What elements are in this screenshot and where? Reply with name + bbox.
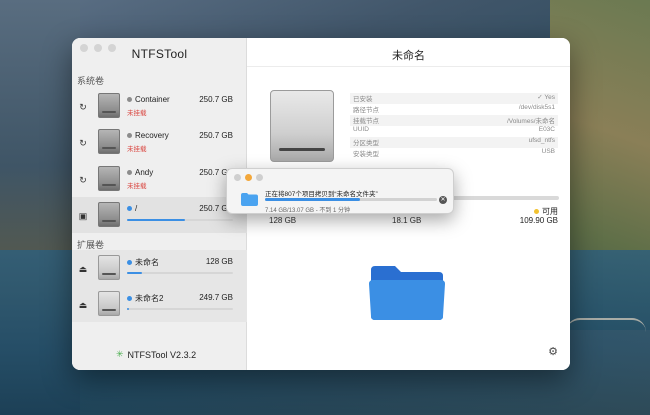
volume-name: / <box>135 204 138 213</box>
refresh-icon[interactable]: ↻ <box>78 138 88 149</box>
volume-title: 未命名 <box>392 50 425 62</box>
volume-name: 未命名 <box>135 258 159 267</box>
copy-progress-fill <box>265 198 360 201</box>
title-divider <box>247 66 570 67</box>
volume-row-andy[interactable]: ↻ Andy 250.7 GB 未挂载 <box>72 161 247 197</box>
usage-bar <box>127 219 233 221</box>
usage-fill <box>127 219 186 221</box>
info-label: UUID <box>353 126 369 133</box>
disk-icon <box>98 202 120 227</box>
volume-status: 未挂载 <box>127 110 147 117</box>
refresh-icon[interactable]: ↻ <box>78 102 88 113</box>
copy-progress-bar <box>265 198 437 201</box>
status-dot <box>127 296 132 301</box>
capacity-total: 128 GB <box>269 216 297 225</box>
info-value: USB <box>541 148 555 155</box>
disk-icon <box>98 255 120 280</box>
volume-row-recovery[interactable]: ↻ Recovery 250.7 GB 未挂载 <box>72 124 247 160</box>
volume-size: 249.7 GB <box>199 293 233 302</box>
info-label: 安装类型 <box>353 151 379 158</box>
wallpaper-bridge <box>566 318 646 332</box>
volume-name: Container <box>135 95 170 104</box>
status-dot <box>127 170 132 175</box>
volume-size: 250.7 GB <box>199 95 233 104</box>
info-value: ufsd_ntfs <box>528 137 555 144</box>
volume-status: 未挂载 <box>127 146 147 153</box>
copy-progress-detail: 7.14 GB/13.07 GB - 不到 1 分钟 <box>265 208 351 214</box>
info-row: 分区类型 ufsd_ntfs <box>350 137 558 148</box>
open-in-finder-icon[interactable]: ▣ <box>78 211 88 222</box>
volume-name: Recovery <box>135 131 169 140</box>
volume-name: 未命名2 <box>135 294 164 303</box>
volume-size: 250.7 GB <box>199 131 233 140</box>
disk-icon <box>98 166 120 191</box>
dialog-window-controls <box>234 174 263 181</box>
volume-status: 未挂载 <box>127 183 147 190</box>
volume-row-unnamed2[interactable]: ⏏ 未命名2 249.7 GB <box>72 286 247 322</box>
info-label: 已安装 <box>353 96 373 103</box>
eject-icon[interactable]: ⏏ <box>78 264 88 275</box>
usage-fill <box>127 308 130 310</box>
status-dot <box>127 133 132 138</box>
info-row: 安装类型 USB <box>350 148 558 159</box>
dialog-zoom-button[interactable] <box>256 174 263 181</box>
info-label: 分区类型 <box>353 140 379 147</box>
usage-fill <box>127 272 142 274</box>
volume-row-root[interactable]: ▣ / 250.7 GB <box>72 197 247 233</box>
app-title: NTFSTool <box>131 47 188 61</box>
info-label: 路径节点 <box>353 107 379 114</box>
info-row: UUID E03C <box>350 126 558 137</box>
cancel-copy-icon[interactable]: ✕ <box>439 196 447 204</box>
capacity-used: 18.1 GB <box>392 216 422 225</box>
volume-info-table: 已安装 ✓ Yes 路径节点/dev/disk5s1 挂载节点/Volumes/未… <box>350 93 558 159</box>
eject-icon[interactable]: ⏏ <box>78 300 88 311</box>
section-label-system: 系统卷 <box>77 76 105 86</box>
dialog-minimize-button[interactable] <box>245 174 252 181</box>
status-dot <box>127 206 132 211</box>
info-label: 挂载节点 <box>353 118 379 125</box>
refresh-icon[interactable]: ↻ <box>78 175 88 186</box>
info-row: 挂载节点/Volumes/未命名 <box>350 115 558 126</box>
volume-name: Andy <box>135 168 154 177</box>
version-label: NTFSTool V2.3.2 <box>127 349 197 360</box>
disk-icon <box>98 93 120 118</box>
sidebar: NTFSTool 系统卷 ↻ Container 250.7 GB 未挂载 ↻ … <box>72 38 247 370</box>
folder-icon[interactable] <box>367 262 447 324</box>
available-value: 109.90 GB <box>519 216 558 225</box>
folder-icon <box>241 193 258 206</box>
info-row: 已安装 ✓ Yes <box>350 93 558 104</box>
hard-drive-icon <box>270 90 334 162</box>
info-value: /dev/disk5s1 <box>518 104 555 111</box>
copy-status-text: 正在将807个项目拷贝到“未命名文件夹” <box>265 191 378 198</box>
usage-bar <box>127 272 233 274</box>
volume-row-container[interactable]: ↻ Container 250.7 GB 未挂载 <box>72 88 247 124</box>
usage-bar <box>127 308 233 310</box>
app-version: ✳ NTFSTool V2.3.2 <box>116 349 196 360</box>
volume-row-unnamed[interactable]: ⏏ 未命名 128 GB <box>72 250 247 286</box>
available-dot <box>534 209 539 214</box>
info-row: 路径节点/dev/disk5s1 <box>350 104 558 115</box>
disk-icon <box>98 129 120 154</box>
volume-size: 128 GB <box>205 257 233 266</box>
info-value: /Volumes/未命名 <box>506 118 555 125</box>
info-value: ✓ Yes <box>537 94 555 101</box>
copy-progress-dialog: 正在将807个项目拷贝到“未命名文件夹” 7.14 GB/13.07 GB - … <box>226 168 454 214</box>
info-value: E03C <box>538 126 555 133</box>
status-dot <box>127 260 132 265</box>
status-dot <box>127 97 132 102</box>
dialog-close-button[interactable] <box>234 174 241 181</box>
disk-icon <box>98 291 120 316</box>
sparkle-icon: ✳ <box>116 349 124 359</box>
settings-gear-icon[interactable]: ⚙ <box>548 345 558 358</box>
